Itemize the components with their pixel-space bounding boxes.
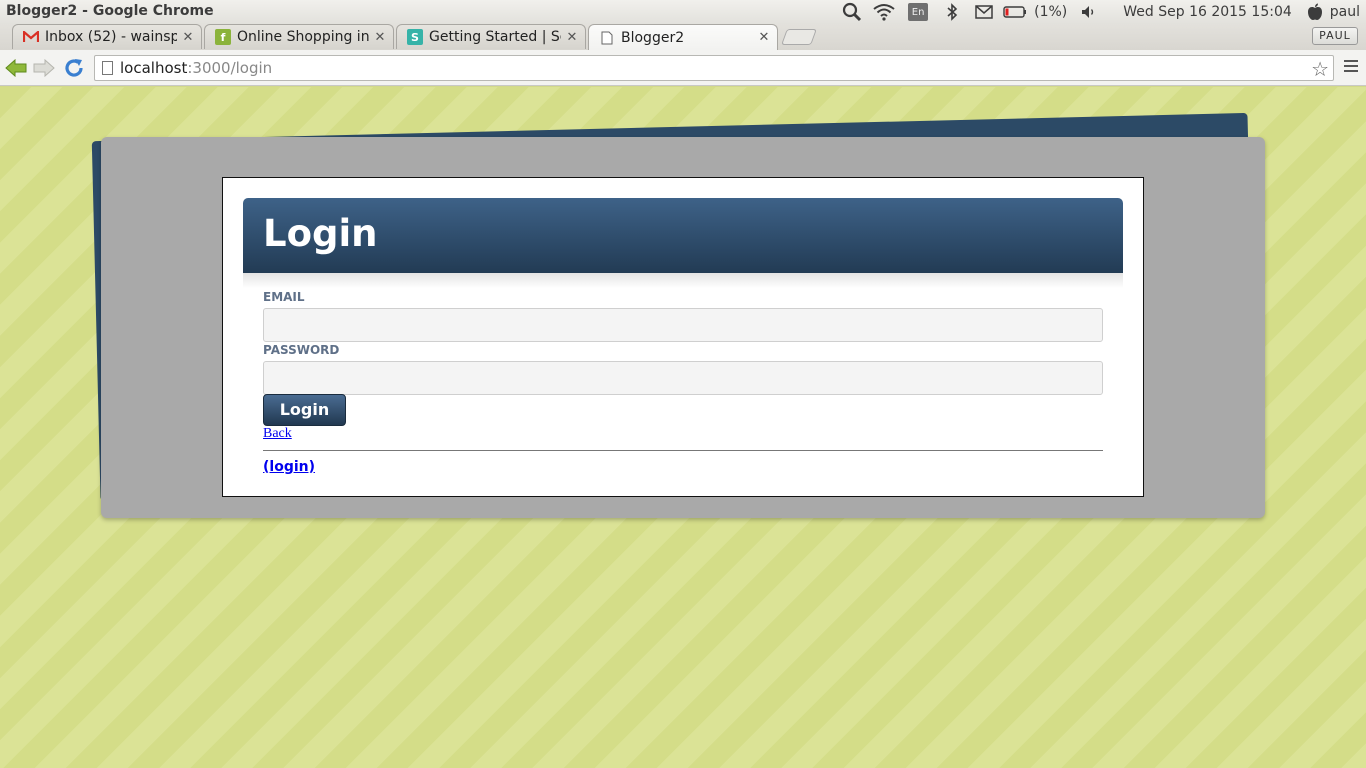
tab-shopping[interactable]: f Online Shopping in India ✕: [204, 24, 394, 49]
clock[interactable]: Wed Sep 16 2015 15:04: [1123, 0, 1292, 24]
system-tray: En (1%) Wed Sep 16 2015 15:04 paul: [836, 0, 1360, 24]
login-container: Login EMAIL PASSWORD Login Back (login): [222, 177, 1144, 497]
window-title: Blogger2 - Google Chrome: [6, 3, 214, 19]
back-link[interactable]: Back: [263, 426, 292, 442]
tab-title: Blogger2: [621, 29, 685, 46]
close-icon[interactable]: ✕: [181, 30, 195, 45]
tab-strip: Inbox (52) - wainspaul ✕ f Online Shoppi…: [0, 24, 1366, 50]
profile-button[interactable]: PAUL: [1312, 27, 1358, 45]
tab-getting-started[interactable]: S Getting Started | Sem ✕: [396, 24, 586, 49]
new-tab-button[interactable]: [781, 29, 817, 45]
login-header: Login: [243, 198, 1123, 288]
divider: [263, 450, 1103, 451]
tab-title: Getting Started | Sem: [429, 29, 561, 45]
bookmark-star-icon[interactable]: ☆: [1311, 57, 1329, 81]
page-icon: [599, 30, 615, 46]
address-bar[interactable]: localhost:3000/login ☆: [94, 55, 1334, 81]
url-host: localhost: [120, 59, 188, 77]
bluetooth-icon[interactable]: [936, 0, 968, 24]
keyboard-language-indicator[interactable]: En: [908, 3, 929, 21]
tab-title: Inbox (52) - wainspaul: [45, 29, 177, 45]
flipkart-icon: f: [215, 29, 231, 45]
user-name[interactable]: paul: [1330, 0, 1360, 24]
close-icon[interactable]: ✕: [757, 30, 771, 45]
volume-icon[interactable]: [1073, 0, 1105, 24]
password-field[interactable]: [263, 361, 1103, 395]
page-title: Login: [263, 212, 378, 255]
browser-toolbar: localhost:3000/login ☆: [0, 50, 1366, 86]
s-icon: S: [407, 29, 423, 45]
mail-icon[interactable]: [968, 0, 1000, 24]
back-arrow-icon[interactable]: [4, 56, 28, 80]
url-path: :3000/login: [187, 59, 273, 77]
login-button[interactable]: Login: [263, 394, 346, 426]
wifi-icon[interactable]: [868, 0, 900, 24]
battery-icon[interactable]: [1000, 0, 1030, 24]
tab-blogger2[interactable]: Blogger2 ✕: [588, 24, 778, 50]
search-icon[interactable]: [836, 0, 868, 24]
tab-gmail[interactable]: Inbox (52) - wainspaul ✕: [12, 24, 202, 49]
close-icon[interactable]: ✕: [373, 30, 387, 45]
email-label: EMAIL: [263, 290, 305, 304]
menu-icon[interactable]: [1344, 60, 1358, 74]
os-top-panel: Blogger2 - Google Chrome En (1%) Wed Sep…: [0, 0, 1366, 24]
apple-icon[interactable]: [1306, 0, 1324, 24]
page-background: Login EMAIL PASSWORD Login Back (login): [0, 87, 1366, 768]
gmail-icon: [23, 29, 39, 45]
forward-arrow-icon[interactable]: [32, 56, 56, 80]
tab-title: Online Shopping in India: [237, 29, 369, 45]
battery-percentage: (1%): [1034, 4, 1068, 20]
password-label: PASSWORD: [263, 343, 340, 357]
url-text: localhost:3000/login: [120, 59, 272, 77]
email-field[interactable]: [263, 308, 1103, 342]
reload-icon[interactable]: [62, 56, 86, 80]
page-icon: [102, 61, 113, 75]
close-icon[interactable]: ✕: [565, 30, 579, 45]
login-link[interactable]: (login): [263, 459, 315, 475]
